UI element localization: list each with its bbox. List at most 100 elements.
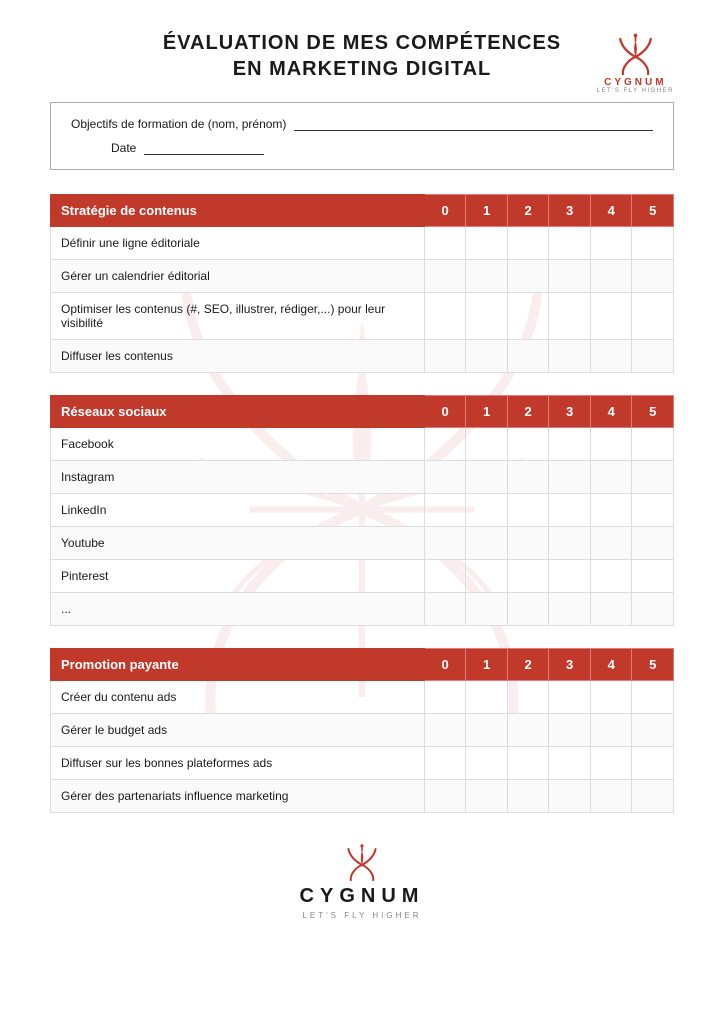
score-cell-0-0-3[interactable]: [549, 227, 591, 260]
table-0: Stratégie de contenus012345Définir une l…: [50, 194, 674, 373]
score-cell-1-4-1[interactable]: [466, 560, 508, 593]
score-cell-1-4-3[interactable]: [549, 560, 591, 593]
score-cell-1-5-2[interactable]: [507, 593, 549, 626]
score-cell-2-3-4[interactable]: [590, 780, 632, 813]
score-cell-1-4-0[interactable]: [424, 560, 466, 593]
logo-tagline: LET'S FLY HIGHER: [597, 88, 674, 94]
row-label-1-3: Youtube: [51, 527, 425, 560]
score-cell-0-1-5[interactable]: [632, 260, 674, 293]
score-cell-2-2-5[interactable]: [632, 747, 674, 780]
score-cell-1-0-5[interactable]: [632, 428, 674, 461]
score-cell-0-3-5[interactable]: [632, 340, 674, 373]
footer-tagline: LET'S FLY HIGHER: [50, 911, 674, 920]
score-cell-2-1-2[interactable]: [507, 714, 549, 747]
row-label-1-5: ...: [51, 593, 425, 626]
score-cell-1-0-2[interactable]: [507, 428, 549, 461]
table-row: Créer du contenu ads: [51, 681, 674, 714]
score-cell-2-1-1[interactable]: [466, 714, 508, 747]
score-cell-0-3-2[interactable]: [507, 340, 549, 373]
page: ÉVALUATION DE MES COMPÉTENCES EN MARKETI…: [0, 0, 724, 1024]
score-cell-2-3-2[interactable]: [507, 780, 549, 813]
score-cell-1-0-4[interactable]: [590, 428, 632, 461]
score-cell-0-3-0[interactable]: [424, 340, 466, 373]
score-cell-1-2-4[interactable]: [590, 494, 632, 527]
score-cell-2-0-5[interactable]: [632, 681, 674, 714]
score-cell-2-2-2[interactable]: [507, 747, 549, 780]
score-cell-1-0-1[interactable]: [466, 428, 508, 461]
score-cell-1-3-3[interactable]: [549, 527, 591, 560]
score-cell-0-0-1[interactable]: [466, 227, 508, 260]
score-cell-2-3-1[interactable]: [466, 780, 508, 813]
score-cell-1-0-3[interactable]: [549, 428, 591, 461]
score-cell-1-1-2[interactable]: [507, 461, 549, 494]
score-cell-2-2-0[interactable]: [424, 747, 466, 780]
score-cell-2-0-1[interactable]: [466, 681, 508, 714]
score-cell-2-0-4[interactable]: [590, 681, 632, 714]
score-cell-2-0-3[interactable]: [549, 681, 591, 714]
score-cell-2-2-3[interactable]: [549, 747, 591, 780]
score-cell-0-2-0[interactable]: [424, 293, 466, 340]
row-label-1-4: Pinterest: [51, 560, 425, 593]
score-cell-1-1-0[interactable]: [424, 461, 466, 494]
row-label-1-2: LinkedIn: [51, 494, 425, 527]
score-cell-1-5-1[interactable]: [466, 593, 508, 626]
score-cell-1-4-5[interactable]: [632, 560, 674, 593]
score-cell-1-2-3[interactable]: [549, 494, 591, 527]
table-row: Définir une ligne éditoriale: [51, 227, 674, 260]
score-cell-1-5-5[interactable]: [632, 593, 674, 626]
score-cell-0-3-1[interactable]: [466, 340, 508, 373]
score-cell-1-3-5[interactable]: [632, 527, 674, 560]
score-cell-1-2-2[interactable]: [507, 494, 549, 527]
score-cell-0-2-2[interactable]: [507, 293, 549, 340]
score-cell-1-2-5[interactable]: [632, 494, 674, 527]
score-cell-2-3-5[interactable]: [632, 780, 674, 813]
score-cell-2-1-5[interactable]: [632, 714, 674, 747]
score-cell-2-2-1[interactable]: [466, 747, 508, 780]
score-cell-1-2-1[interactable]: [466, 494, 508, 527]
row-label-0-3: Diffuser les contenus: [51, 340, 425, 373]
score-cell-2-0-0[interactable]: [424, 681, 466, 714]
score-cell-1-3-1[interactable]: [466, 527, 508, 560]
score-cell-2-1-4[interactable]: [590, 714, 632, 747]
score-cell-1-4-2[interactable]: [507, 560, 549, 593]
score-cell-1-3-0[interactable]: [424, 527, 466, 560]
score-cell-1-1-5[interactable]: [632, 461, 674, 494]
score-cell-0-0-0[interactable]: [424, 227, 466, 260]
score-cell-0-2-1[interactable]: [466, 293, 508, 340]
score-cell-0-1-3[interactable]: [549, 260, 591, 293]
score-cell-1-2-0[interactable]: [424, 494, 466, 527]
score-header-2-5: 5: [632, 649, 674, 681]
score-cell-1-1-1[interactable]: [466, 461, 508, 494]
score-cell-0-1-0[interactable]: [424, 260, 466, 293]
score-cell-0-3-3[interactable]: [549, 340, 591, 373]
score-cell-2-1-0[interactable]: [424, 714, 466, 747]
score-cell-2-1-3[interactable]: [549, 714, 591, 747]
score-cell-2-0-2[interactable]: [507, 681, 549, 714]
score-cell-1-1-3[interactable]: [549, 461, 591, 494]
score-cell-1-0-0[interactable]: [424, 428, 466, 461]
score-cell-0-0-5[interactable]: [632, 227, 674, 260]
score-cell-0-1-2[interactable]: [507, 260, 549, 293]
score-cell-1-5-0[interactable]: [424, 593, 466, 626]
score-cell-0-3-4[interactable]: [590, 340, 632, 373]
score-cell-0-1-1[interactable]: [466, 260, 508, 293]
score-cell-0-2-3[interactable]: [549, 293, 591, 340]
score-cell-1-3-4[interactable]: [590, 527, 632, 560]
score-cell-1-1-4[interactable]: [590, 461, 632, 494]
score-cell-2-3-0[interactable]: [424, 780, 466, 813]
table-row: Diffuser sur les bonnes plateformes ads: [51, 747, 674, 780]
score-cell-0-1-4[interactable]: [590, 260, 632, 293]
score-cell-0-2-4[interactable]: [590, 293, 632, 340]
score-header-0-2: 2: [507, 195, 549, 227]
score-cell-1-4-4[interactable]: [590, 560, 632, 593]
score-cell-2-3-3[interactable]: [549, 780, 591, 813]
score-cell-1-5-4[interactable]: [590, 593, 632, 626]
row-label-2-3: Gérer des partenariats influence marketi…: [51, 780, 425, 813]
score-cell-1-5-3[interactable]: [549, 593, 591, 626]
title-line2: EN MARKETING DIGITAL: [233, 58, 492, 80]
score-cell-2-2-4[interactable]: [590, 747, 632, 780]
score-cell-0-2-5[interactable]: [632, 293, 674, 340]
score-cell-0-0-2[interactable]: [507, 227, 549, 260]
score-cell-1-3-2[interactable]: [507, 527, 549, 560]
score-cell-0-0-4[interactable]: [590, 227, 632, 260]
